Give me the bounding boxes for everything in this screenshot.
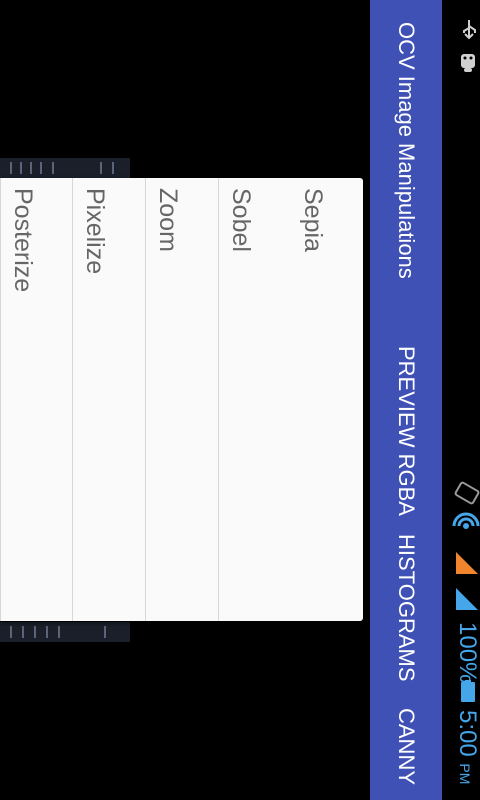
menu-item-label: Pixelize [81,188,109,275]
status-clock: 5:00 PM [453,710,480,784]
canny-action[interactable]: CANNY [393,708,419,785]
camera-frame-strip-top [0,158,130,178]
clock-time: 5:00 [454,710,480,757]
menu-item-pixelize[interactable]: Pixelize [72,178,145,621]
usb-icon [463,20,476,40]
status-bar: 100% 5:00 PM [442,0,480,800]
rotate-icon [454,481,480,505]
menu-item-posterize[interactable]: Posterize [0,178,73,621]
battery-icon [461,680,475,702]
menu-item-label: Posterize [9,188,37,293]
menu-item-label: Sobel [227,188,255,252]
histograms-action[interactable]: HISTOGRAMS [393,534,419,682]
preview-rgba-action[interactable]: PREVIEW RGBA [393,346,419,516]
android-debug-icon [461,54,475,72]
menu-item-sepia[interactable]: Sepia [291,178,363,621]
camera-frame-strip-bottom [0,622,130,642]
wifi-icon [452,512,480,529]
menu-item-label: Sepia [299,188,327,252]
menu-item-label: Zoom [154,188,182,252]
battery-percent: 100% [454,622,480,684]
app-title: OCV Image Manipulations [394,22,419,279]
overflow-menu: Sepia Sobel Zoom Pixelize Posterize [0,178,363,621]
cell-signal-icon [456,588,478,610]
menu-item-zoom[interactable]: Zoom [145,178,218,621]
clock-ampm: PM [457,763,473,785]
menu-item-sobel[interactable]: Sobel [218,178,291,621]
mobile-signal-icon [456,552,478,574]
